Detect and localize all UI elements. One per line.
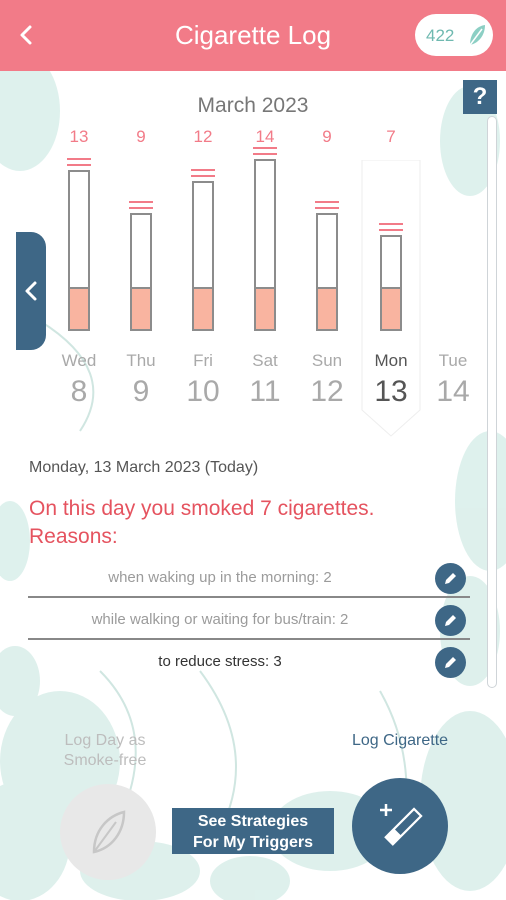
- cigarette-tip: [315, 201, 339, 209]
- month-label: March 2023: [197, 94, 309, 117]
- log-smoke-free-button[interactable]: [60, 784, 156, 880]
- day-number: 13: [374, 375, 408, 408]
- edit-reason-button[interactable]: [435, 563, 466, 594]
- leaf-icon: [92, 810, 126, 854]
- cigarette-filter: [254, 287, 276, 331]
- log-cigarette-button[interactable]: [352, 778, 448, 874]
- add-cigarette-icon: [380, 804, 423, 846]
- day-column[interactable]: Tue 14: [424, 120, 482, 420]
- day-cigarette-count: 9: [322, 127, 332, 146]
- cigarette-bar: [192, 181, 214, 331]
- cigarette-bar: [130, 213, 152, 331]
- reason-text: to reduce stress: 3: [158, 653, 282, 670]
- log-cigarette-label: Log Cigarette: [351, 732, 449, 749]
- reason-text: when waking up in the morning: 2: [108, 569, 332, 586]
- day-number: 12: [310, 375, 344, 408]
- day-column[interactable]: 12 Fri 10: [174, 120, 232, 420]
- day-column[interactable]: 9 Thu 9: [112, 120, 170, 420]
- cigarette-filter: [68, 287, 90, 331]
- cigarette-bar: [380, 235, 402, 331]
- previous-week-button[interactable]: [16, 232, 46, 350]
- smoked-summary: On this day you smoked 7 cigarettes. Rea…: [29, 495, 459, 551]
- strategies-label-line1: See Strategies: [197, 813, 309, 830]
- leaf-icon: [469, 25, 485, 46]
- cigarette-bar: [68, 170, 90, 331]
- cigarette-tip: [129, 201, 153, 209]
- cigarette-tip: [253, 147, 277, 155]
- strategies-label-line2: For My Triggers: [192, 834, 314, 851]
- points-badge[interactable]: 422: [415, 14, 493, 56]
- cigarette-filter: [316, 287, 338, 331]
- cigarette-filter: [380, 287, 402, 331]
- day-cigarette-count: 12: [193, 127, 213, 146]
- day-number: 8: [70, 375, 88, 408]
- day-cigarette-count: 14: [255, 127, 275, 146]
- app-header: Cigarette Log 422: [0, 0, 506, 71]
- edit-reason-button[interactable]: [435, 605, 466, 636]
- day-name: Thu: [126, 351, 156, 370]
- day-name: Wed: [61, 351, 97, 370]
- day-name: Sun: [311, 351, 343, 370]
- day-number: 9: [132, 375, 150, 408]
- points-value: 422: [426, 26, 455, 45]
- day-name: Mon: [374, 351, 408, 370]
- cigarette-tip: [191, 169, 215, 177]
- day-name: Tue: [438, 351, 468, 370]
- day-cigarette-count: 7: [386, 127, 396, 146]
- selected-date: Monday, 13 March 2023 (Today): [29, 459, 259, 476]
- edit-reason-button[interactable]: [435, 647, 466, 678]
- day-name: Fri: [193, 351, 213, 370]
- cigarette-tip: [67, 158, 91, 166]
- cigarette-filter: [130, 287, 152, 331]
- reason-row: while walking or waiting for bus/train: …: [28, 600, 470, 640]
- chevron-left-icon: [25, 281, 37, 301]
- day-column[interactable]: 9 Sun 12: [298, 120, 356, 420]
- day-column[interactable]: 7 Mon 13: [362, 120, 420, 420]
- day-column[interactable]: 13 Wed 8: [50, 120, 108, 420]
- cigarette-filter: [192, 287, 214, 331]
- cigarette-bar: [254, 159, 276, 331]
- cigarette-tip: [379, 223, 403, 231]
- scrollbar[interactable]: [487, 116, 497, 688]
- reason-row: to reduce stress: 3: [28, 642, 470, 682]
- day-number: 10: [186, 375, 220, 408]
- day-column[interactable]: 14 Sat 11: [236, 120, 294, 420]
- day-number: 14: [436, 375, 470, 408]
- reason-row: when waking up in the morning: 2: [28, 558, 470, 598]
- summary-text: On this day you smoked 7 cigarettes.: [29, 497, 375, 520]
- day-cigarette-count: 9: [136, 127, 146, 146]
- cigarette-bar: [316, 213, 338, 331]
- smoke-free-label: Log Day as Smoke-free: [63, 732, 147, 769]
- pencil-icon: [445, 573, 456, 584]
- day-cigarette-count: 13: [69, 127, 89, 146]
- see-strategies-button[interactable]: See Strategies For My Triggers: [172, 808, 334, 854]
- pencil-icon: [445, 615, 456, 626]
- day-number: 11: [249, 375, 281, 408]
- reasons-title: Reasons:: [29, 525, 118, 548]
- day-name: Sat: [252, 351, 278, 370]
- pencil-icon: [445, 657, 456, 668]
- reason-text: while walking or waiting for bus/train: …: [91, 611, 349, 628]
